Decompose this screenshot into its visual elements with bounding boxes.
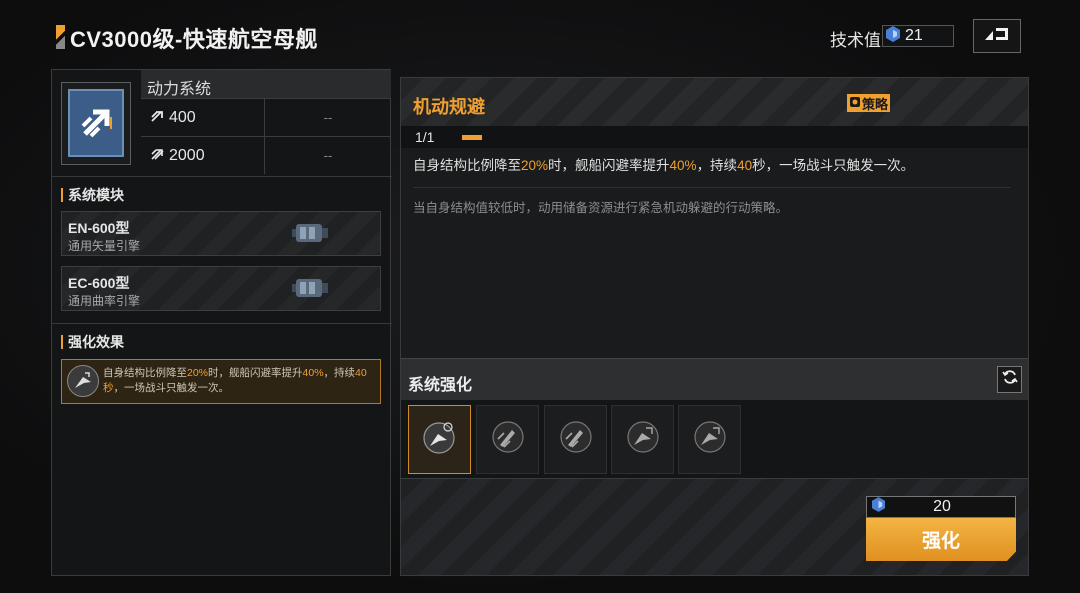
- enhance-slot[interactable]: [408, 405, 471, 474]
- enhance-slots: [401, 400, 1028, 478]
- title-accent-mark: [56, 25, 65, 49]
- skill-description: 自身结构比例降至20%时，舰船闪避率提升40%，持续40秒，一场战斗只触发一次。: [413, 158, 915, 173]
- enhance-slot[interactable]: [611, 405, 674, 474]
- skill-flavor-text: 当自身结构值较低时，动用储备资源进行紧急机动躲避的行动策略。: [413, 201, 789, 215]
- module-subtitle: 通用矢量引擎: [68, 239, 141, 253]
- strategy-icon: [849, 96, 861, 111]
- strategy-tag: 策略: [847, 94, 891, 112]
- tech-value-label: 技术值:: [830, 31, 886, 50]
- warp-cell: 2000: [141, 137, 265, 174]
- engine-icon: [292, 220, 330, 251]
- warp-value: 2000: [169, 146, 205, 164]
- skill-header: 机动规避 策略: [401, 78, 1028, 126]
- enhance-footer: 20 强化: [401, 478, 1028, 575]
- enhance-button[interactable]: 强化: [866, 518, 1016, 561]
- module-item[interactable]: EN-600型 通用矢量引擎: [61, 211, 381, 256]
- speed-extra: --: [323, 110, 333, 125]
- divider: [413, 187, 1011, 188]
- refresh-button[interactable]: [997, 366, 1022, 393]
- effect-item[interactable]: 自身结构比例降至20%时，舰船闪避率提升40%，持续40秒，一场战斗只触发一次。: [61, 359, 381, 404]
- enhance-evasion-icon: [692, 419, 728, 460]
- modules-section-title: 系统模块: [61, 188, 124, 202]
- power-system-icon-frame: [61, 82, 131, 165]
- speed-value: 400: [169, 108, 196, 126]
- enhance-thrust-icon: [490, 419, 526, 460]
- tech-value-display: 21: [882, 25, 954, 47]
- level-indicator: [462, 135, 482, 140]
- divider: [52, 176, 392, 177]
- module-subtitle: 通用曲率引擎: [68, 294, 141, 308]
- speed-icon: [151, 109, 165, 127]
- tech-value: 21: [905, 27, 923, 44]
- warp-icon: [151, 147, 165, 165]
- skill-level: 1/1: [415, 129, 435, 145]
- evasion-icon: [67, 365, 99, 397]
- engine-icon: [292, 275, 330, 306]
- icon-accent-bar: [110, 117, 112, 129]
- power-stat-row: 400 --: [141, 98, 391, 136]
- enhance-slot[interactable]: [544, 405, 607, 474]
- skill-level-bar: 1/1: [401, 126, 1028, 148]
- enhance-cost-value: 20: [933, 498, 951, 515]
- tech-gem-icon: [872, 497, 885, 517]
- enhance-slot[interactable]: [476, 405, 539, 474]
- enhance-thrust-icon: [558, 419, 594, 460]
- speed-cell: 400: [141, 99, 265, 136]
- enhance-evasion-icon: [625, 419, 661, 460]
- enhance-cost: 20: [866, 496, 1016, 518]
- strategy-label: 策略: [862, 96, 889, 112]
- divider: [52, 323, 392, 324]
- enhance-title: 系统强化: [408, 377, 473, 394]
- back-icon: [984, 26, 1010, 47]
- module-name: EC-600型: [68, 275, 130, 291]
- page-title: CV3000级-快速航空母舰: [70, 27, 318, 52]
- refresh-icon: [1001, 369, 1018, 390]
- warp-extra: --: [323, 148, 333, 163]
- effect-description: 自身结构比例降至20%时，舰船闪避率提升40%，持续40秒，一场战斗只触发一次。: [103, 367, 367, 394]
- ship-system-panel: 动力系统 400 -- 2000 -- 系统模块 EN-600型 通用矢量引擎: [51, 69, 392, 576]
- back-button[interactable]: [973, 19, 1021, 53]
- skill-detail-panel: 机动规避 策略 1/1 自身结构比例降至20%时，舰船闪避率提升40%，持续40…: [400, 77, 1029, 576]
- tech-gem-icon: [886, 25, 900, 47]
- power-stat-row: 2000 --: [141, 136, 391, 174]
- power-system-icon: [68, 89, 124, 157]
- effect-section-title: 强化效果: [61, 335, 124, 349]
- enhance-evasion-icon: [422, 419, 458, 460]
- power-system-title: 动力系统: [141, 70, 391, 98]
- skill-title: 机动规避: [413, 97, 485, 117]
- module-name: EN-600型: [68, 220, 130, 236]
- enhance-slot[interactable]: [678, 405, 741, 474]
- enhance-header: 系统强化: [401, 358, 1028, 400]
- module-item[interactable]: EC-600型 通用曲率引擎: [61, 266, 381, 311]
